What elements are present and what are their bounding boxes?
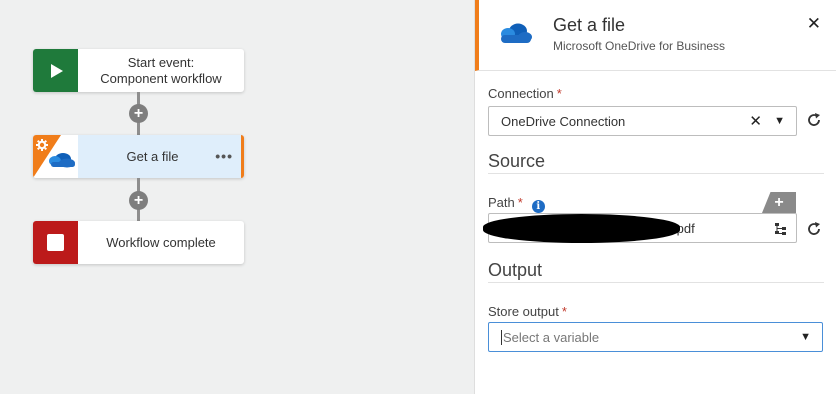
workflow-complete-label: Workflow complete (106, 234, 216, 250)
properties-panel: Get a file Microsoft OneDrive for Busine… (474, 0, 836, 394)
store-output-select[interactable]: Select a variable ▼ (488, 322, 823, 352)
store-output-label: Store output * (488, 304, 567, 319)
get-a-file-node[interactable]: Get a file ••• (33, 135, 244, 178)
connection-label: Connection * (488, 86, 562, 101)
close-icon[interactable]: ✕ (807, 14, 821, 34)
connection-select[interactable]: OneDrive Connection ✕ ▼ (488, 106, 797, 136)
refresh-icon[interactable] (806, 221, 822, 237)
panel-subtitle: Microsoft OneDrive for Business (553, 39, 726, 53)
onedrive-gear-icon (33, 135, 78, 178)
path-label: Path * i (488, 195, 545, 213)
stop-icon (33, 221, 78, 264)
info-icon[interactable]: i (531, 200, 545, 213)
workflow-complete-node[interactable]: Workflow complete (33, 221, 244, 264)
output-section-title: Output (488, 260, 543, 280)
redaction-mark (483, 214, 680, 243)
refresh-icon[interactable] (806, 112, 822, 128)
onedrive-cloud-icon (501, 23, 532, 43)
panel-title: Get a file (553, 15, 626, 35)
divider (488, 173, 824, 174)
workflow-canvas: Start event: Component workflow + Get a … (0, 0, 474, 394)
source-section-title: Source (488, 151, 546, 171)
play-icon (33, 49, 78, 92)
start-event-label: Start event: Component workflow (100, 54, 222, 86)
more-options-icon[interactable]: ••• (215, 148, 233, 164)
chevron-down-icon[interactable]: ▼ (774, 115, 785, 127)
chevron-down-icon[interactable]: ▼ (800, 331, 811, 343)
panel-header: Get a file Microsoft OneDrive for Busine… (475, 0, 836, 71)
file-tree-icon[interactable] (774, 222, 787, 236)
add-step-button[interactable]: + (129, 191, 148, 210)
clear-icon[interactable]: ✕ (749, 112, 762, 130)
add-step-button[interactable]: + (129, 104, 148, 123)
start-event-node[interactable]: Start event: Component workflow (33, 49, 244, 92)
divider (488, 282, 824, 283)
add-variable-button[interactable]: + (762, 192, 796, 213)
onedrive-cloud-icon (49, 153, 75, 168)
